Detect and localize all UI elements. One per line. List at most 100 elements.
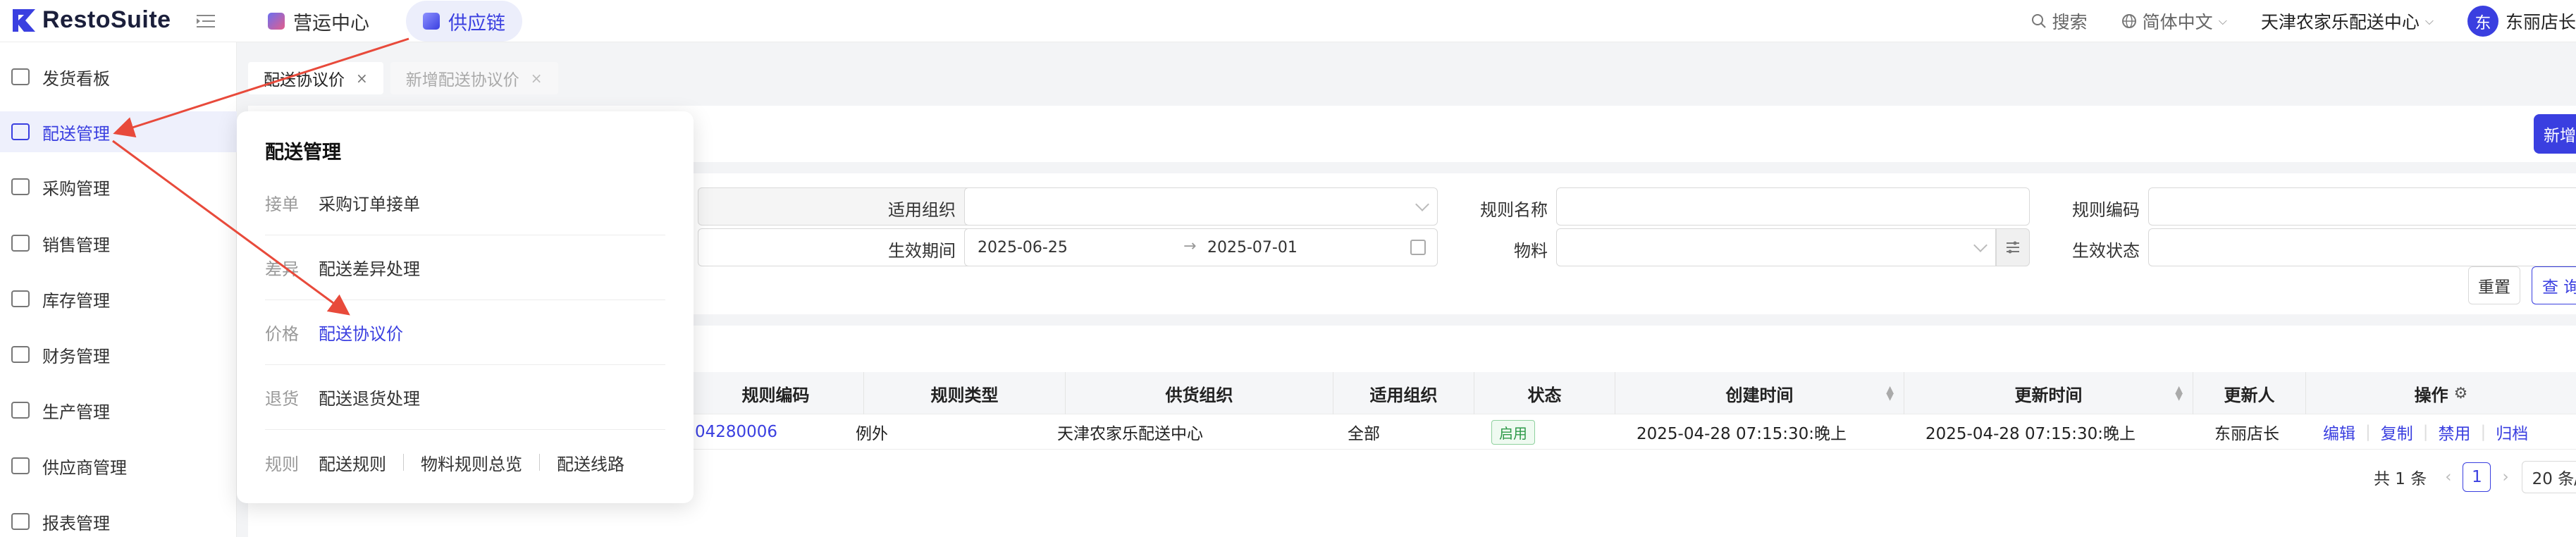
sidebar-item-inventory-management[interactable]: 库存管理 — [0, 278, 237, 319]
rule-code-label: 规则编码 — [2072, 200, 2140, 220]
finance-icon — [11, 346, 30, 363]
org-label: 天津农家乐配送中心 — [2260, 12, 2420, 32]
menu-title: 配送管理 — [265, 142, 341, 163]
top-bar: RestoSuite 营运中心 供应链 搜索 简体中文 ⌵ 天津农家乐配送中心 … — [0, 0, 2576, 42]
close-icon[interactable]: × — [356, 70, 368, 87]
edit-link[interactable]: 编辑 — [2323, 420, 2355, 444]
cart-icon — [11, 178, 30, 195]
effective-period-label: 生效期间 — [888, 241, 956, 261]
menu-category: 价格 — [265, 324, 299, 344]
calendar-icon — [1410, 240, 1426, 255]
top-nav-label: 营运中心 — [293, 12, 369, 35]
tab-label: 新增配送协议价 — [405, 71, 519, 90]
delivery-management-menu: 配送管理 接单 采购订单接单 差异 配送差异处理 价格 配送协议价 退货 配送退… — [237, 111, 694, 503]
menu-link-delivery-returns[interactable]: 配送退货处理 — [319, 385, 420, 409]
truck-icon — [11, 123, 30, 140]
prev-page-icon[interactable]: ‹ — [2445, 468, 2451, 486]
top-nav-supply-chain[interactable]: 供应链 — [406, 1, 522, 42]
sidebar-item-label: 库存管理 — [42, 290, 110, 311]
page-number-current[interactable]: 1 — [2463, 462, 2491, 492]
search-label: 搜索 — [2052, 12, 2088, 32]
new-button[interactable]: 新增 — [2534, 114, 2576, 154]
sidebar-item-label: 供应商管理 — [42, 457, 127, 478]
language-selector[interactable]: 简体中文 ⌵ — [2121, 8, 2227, 34]
archive-link[interactable]: 归档 — [2496, 420, 2528, 444]
tab-new-delivery-agreement-price[interactable]: 新增配送协议价 × — [390, 62, 558, 94]
disable-link[interactable]: 禁用 — [2439, 420, 2471, 444]
close-icon[interactable]: × — [531, 70, 543, 87]
action-divider: | — [2480, 423, 2486, 441]
top-right-tools: 搜索 简体中文 ⌵ 天津农家乐配送中心 ⌵ 东 东丽店长 — [2031, 0, 2576, 42]
top-nav-operations[interactable]: 营运中心 — [251, 1, 386, 42]
org-selector[interactable]: 天津农家乐配送中心 ⌵ — [2261, 8, 2434, 34]
column-header-rule-code: 规则编码 — [688, 372, 864, 414]
supplier-icon — [11, 457, 30, 474]
report-icon — [11, 513, 30, 530]
sidebar-item-sales-management[interactable]: 销售管理 — [0, 223, 237, 264]
menu-link-delivery-agreement-price[interactable]: 配送协议价 — [319, 320, 403, 345]
menu-row-rules: 规则 配送规则 物料规则总览 配送线路 — [265, 430, 665, 495]
menu-link-po-receiving[interactable]: 采购订单接单 — [319, 190, 420, 215]
sort-icon[interactable]: ▲ ▼ — [1886, 385, 1894, 402]
sidebar-item-finance-management[interactable]: 财务管理 — [0, 334, 237, 375]
sidebar-item-supplier-management[interactable]: 供应商管理 — [0, 445, 237, 486]
date-range-arrow: → — [1183, 237, 1197, 255]
collapse-sidebar-icon[interactable] — [196, 13, 216, 30]
menu-link-delivery-routes[interactable]: 配送线路 — [557, 450, 624, 475]
next-page-icon[interactable]: › — [2502, 468, 2508, 486]
cell-status: 启用 — [1491, 414, 1611, 450]
pagination-total: 共 1 条 — [2374, 470, 2427, 488]
global-search[interactable]: 搜索 — [2031, 8, 2088, 34]
sidebar-item-label: 销售管理 — [42, 235, 110, 255]
sliders-icon — [2007, 241, 2019, 254]
rule-name-input[interactable] — [1556, 187, 2030, 226]
query-button[interactable]: 查 询 — [2532, 266, 2576, 304]
page-size-select[interactable]: 20 条/ — [2521, 461, 2576, 493]
menu-row-returns: 退货 配送退货处理 — [265, 365, 665, 430]
sidebar-item-label: 生产管理 — [42, 402, 110, 422]
column-header-actions: 操作 ⚙ — [2306, 372, 2576, 414]
menu-category: 差异 — [265, 259, 299, 279]
chevron-down-icon — [1415, 197, 1429, 211]
menu-link-delivery-rules[interactable]: 配送规则 — [319, 450, 386, 475]
avatar[interactable]: 东 — [2467, 6, 2498, 37]
column-header-created-time[interactable]: 创建时间 ▲ ▼ — [1615, 372, 1904, 414]
material-filter-button[interactable] — [1996, 228, 2030, 266]
restosuite-logo-icon — [11, 8, 37, 33]
action-divider: | — [2422, 423, 2429, 441]
bag-icon — [11, 235, 30, 252]
column-header-label: 创建时间 — [1725, 385, 1794, 405]
operations-icon — [268, 13, 285, 30]
material-select[interactable] — [1556, 228, 1996, 266]
copy-link[interactable]: 复制 — [2381, 420, 2413, 444]
chevron-down-icon — [1973, 238, 1988, 252]
sidebar-item-delivery-management[interactable]: 配送管理 — [0, 111, 237, 152]
menu-category: 规则 — [265, 454, 299, 474]
menu-row-order-receiving: 接单 采购订单接单 — [265, 171, 665, 235]
menu-link-delivery-difference[interactable]: 配送差异处理 — [319, 255, 420, 280]
sidebar-item-report-management[interactable]: 报表管理 — [0, 501, 237, 537]
column-header-label: 操作 — [2414, 385, 2448, 405]
tab-delivery-agreement-price[interactable]: 配送协议价 × — [248, 62, 383, 94]
sort-icon[interactable]: ▲ ▼ — [2175, 385, 2183, 402]
page-tabs: 配送协议价 × 新增配送协议价 × — [248, 62, 558, 94]
menu-link-material-rules-overview[interactable]: 物料规则总览 — [421, 450, 522, 475]
cell-rule-code[interactable]: 04280006 — [695, 414, 857, 450]
effective-status-select[interactable] — [2148, 228, 2576, 266]
column-header-label: 更新时间 — [2014, 385, 2083, 405]
language-label: 简体中文 — [2142, 12, 2213, 32]
gear-icon[interactable]: ⚙ — [2454, 385, 2468, 402]
sidebar-item-delivery-board[interactable]: 发货看板 — [0, 56, 237, 97]
effective-period-range[interactable]: 2025-06-25 → 2025-07-01 — [964, 228, 1438, 266]
reset-button[interactable]: 重置 — [2468, 266, 2520, 304]
brand-logo[interactable]: RestoSuite — [11, 6, 171, 34]
sidebar-item-purchase-management[interactable]: 采购管理 — [0, 166, 237, 207]
menu-category: 接单 — [265, 195, 299, 214]
sidebar-item-production-management[interactable]: 生产管理 — [0, 390, 237, 431]
apply-org-select[interactable] — [964, 187, 1438, 226]
monitor-icon — [11, 68, 30, 85]
tab-label: 配送协议价 — [264, 71, 345, 90]
column-header-updated-time[interactable]: 更新时间 ▲ ▼ — [1904, 372, 2193, 414]
user-name[interactable]: 东丽店长 — [2506, 8, 2576, 34]
rule-code-input[interactable] — [2148, 187, 2576, 226]
